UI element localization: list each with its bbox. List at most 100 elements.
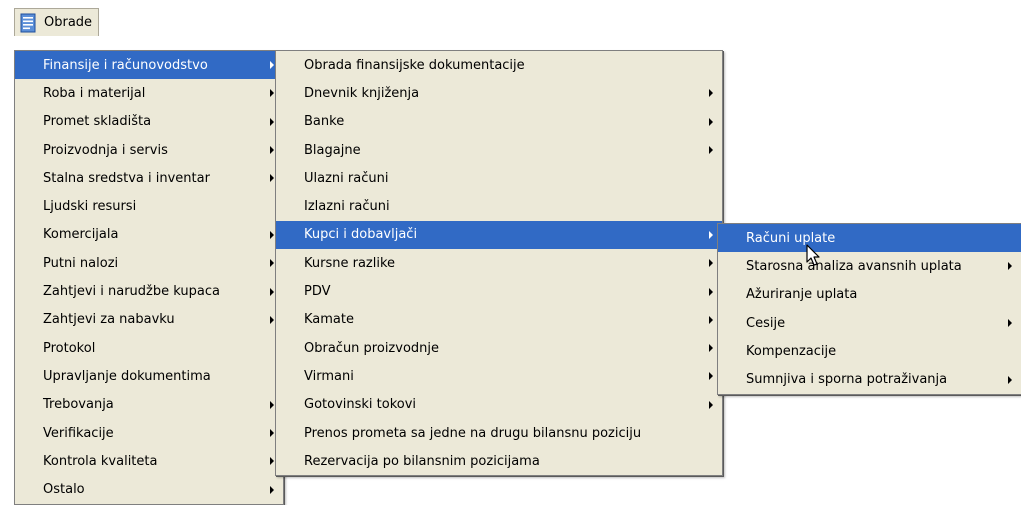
submenu-arrow-icon xyxy=(270,429,274,437)
menu-item-prenos-prometa-sa-jedne-na-drugu-bilansnu-poziciju[interactable]: Prenos prometa sa jedne na drugu bilansn… xyxy=(276,419,722,447)
menu-item-virmani[interactable]: Virmani xyxy=(276,362,722,390)
menu-item-label: Prenos prometa sa jedne na drugu bilansn… xyxy=(304,425,642,441)
menu-item-kupci-i-dobavljaci[interactable]: Kupci i dobavljači xyxy=(276,220,722,250)
menu-item-izlazni-racuni[interactable]: Izlazni računi xyxy=(276,192,722,220)
menu-item-racuni-uplate[interactable]: Računi uplate xyxy=(718,224,1021,253)
submenu-arrow-icon xyxy=(709,372,713,381)
menu-item-label: Upravljanje dokumentima xyxy=(43,368,211,384)
menu-item-starosna-analiza-avansnih-uplata[interactable]: Starosna analiza avansnih uplata xyxy=(718,252,1021,280)
menu-item-kompenzacije[interactable]: Kompenzacije xyxy=(718,337,1021,365)
submenu-arrow-icon xyxy=(1008,262,1012,271)
menu-item-obracun-proizvodnje[interactable]: Obračun proizvodnje xyxy=(276,334,722,362)
submenu-arrow-icon xyxy=(709,400,713,409)
menu-item-label: Zahtjevi i narudžbe kupaca xyxy=(43,284,220,300)
menu-item-label: Blagajne xyxy=(304,142,361,158)
menubar-title: Obrade xyxy=(44,15,93,30)
menu-item-label: Obrada finansijske dokumentacije xyxy=(304,57,525,73)
menu-item-label: Kontrola kvaliteta xyxy=(43,453,158,469)
menu-item-ljudski-resursi[interactable]: Ljudski resursi xyxy=(15,192,283,220)
menu-item-putni-nalozi[interactable]: Putni nalozi xyxy=(15,249,283,277)
submenu-arrow-icon xyxy=(709,315,713,324)
submenu-arrow-icon xyxy=(270,89,274,98)
menu-item-label: Protokol xyxy=(43,340,96,356)
menu-item-label: Kupci i dobavljači xyxy=(304,227,418,243)
menu-item-label: Virmani xyxy=(304,368,354,384)
menu-item-azuriranje-uplata[interactable]: Ažuriranje uplata xyxy=(718,281,1021,309)
submenu-arrow-icon xyxy=(270,61,274,70)
menubar-obrade[interactable]: Obrade xyxy=(14,8,100,36)
menu-item-gotovinski-tokovi[interactable]: Gotovinski tokovi xyxy=(276,391,722,419)
menu-item-label: Kamate xyxy=(304,312,354,328)
submenu-arrow-icon xyxy=(270,287,274,296)
menu-item-label: Računi uplate xyxy=(746,230,836,246)
submenu-arrow-icon xyxy=(1008,319,1012,328)
menu-item-ostalo[interactable]: Ostalo xyxy=(15,475,283,503)
submenu-arrow-icon xyxy=(270,259,274,268)
submenu-arrow-icon xyxy=(270,400,274,409)
menu-item-label: Roba i materijal xyxy=(43,85,146,101)
menu-item-upravljanje-dokumentima[interactable]: Upravljanje dokumentima xyxy=(15,362,283,390)
menu-item-rezervacija-po-bilansnim-pozicijama[interactable]: Rezervacija po bilansnim pozicijama xyxy=(276,447,722,475)
menu-level-1: Finansije i računovodstvo Roba i materija… xyxy=(14,50,284,505)
menu-item-finansije-i-racunovodstvo[interactable]: Finansije i računovodstvo xyxy=(15,51,283,80)
menu-item-label: Putni nalozi xyxy=(43,255,119,271)
menu-item-sumnjiva-i-sporna-potrazivanja[interactable]: Sumnjiva i sporna potraživanja xyxy=(718,365,1021,393)
menu-item-pdv[interactable]: PDV xyxy=(276,277,722,305)
menu-item-cesije[interactable]: Cesije xyxy=(718,309,1021,337)
menu-item-label: Ostalo xyxy=(43,482,85,498)
submenu-arrow-icon xyxy=(709,344,713,353)
submenu-arrow-icon xyxy=(709,230,713,239)
menu-item-proizvodnja-i-servis[interactable]: Proizvodnja i servis xyxy=(15,136,283,164)
menu-item-label: Zahtjevi za nabavku xyxy=(43,312,175,328)
menu-item-ulazni-racuni[interactable]: Ulazni računi xyxy=(276,164,722,192)
menu-item-label: Komercijala xyxy=(43,227,119,243)
submenu-arrow-icon xyxy=(270,315,274,324)
menu-item-trebovanja[interactable]: Trebovanja xyxy=(15,391,283,419)
menu-level-3: Računi uplate Starosna analiza avansnih u… xyxy=(717,223,1021,395)
menu-item-promet-skladista[interactable]: Promet skladišta xyxy=(15,108,283,136)
menu-item-zahtjevi-za-nabavku[interactable]: Zahtjevi za nabavku xyxy=(15,306,283,334)
submenu-arrow-icon xyxy=(270,174,274,183)
submenu-arrow-icon xyxy=(709,117,713,126)
menu-item-kamate[interactable]: Kamate xyxy=(276,306,722,334)
menu-item-label: Dnevnik knjiženja xyxy=(304,85,420,101)
menu-item-label: Trebovanja xyxy=(43,397,114,413)
menu-item-label: Starosna analiza avansnih uplata xyxy=(746,258,962,274)
submenu-arrow-icon xyxy=(709,259,713,268)
submenu-arrow-icon xyxy=(709,146,713,155)
menu-item-stalna-sredstva-i-inventar[interactable]: Stalna sredstva i inventar xyxy=(15,164,283,192)
menu-item-label: PDV xyxy=(304,284,331,300)
document-list-icon xyxy=(19,13,37,33)
menu-item-label: Banke xyxy=(304,114,345,130)
menu-item-roba-i-materijal[interactable]: Roba i materijal xyxy=(15,79,283,107)
menu-item-label: Ažuriranje uplata xyxy=(746,287,858,303)
menu-item-label: Ulazni računi xyxy=(304,170,389,186)
submenu-arrow-icon xyxy=(270,230,274,239)
menu-item-banke[interactable]: Banke xyxy=(276,108,722,136)
menu-item-label: Cesije xyxy=(746,315,786,331)
menu-item-blagajne[interactable]: Blagajne xyxy=(276,136,722,164)
menu-item-komercijala[interactable]: Komercijala xyxy=(15,221,283,249)
submenu-arrow-icon xyxy=(709,287,713,296)
menu-item-label: Finansije i računovodstvo xyxy=(43,57,208,73)
menu-item-kursne-razlike[interactable]: Kursne razlike xyxy=(276,249,722,277)
menu-item-label: Verifikacije xyxy=(43,425,114,441)
menu-item-dnevnik-knjizenja[interactable]: Dnevnik knjiženja xyxy=(276,79,722,107)
menu-item-label: Rezervacija po bilansnim pozicijama xyxy=(304,453,540,469)
submenu-arrow-icon xyxy=(1008,375,1012,384)
submenu-arrow-icon xyxy=(270,457,274,466)
menu-item-kontrola-kvaliteta[interactable]: Kontrola kvaliteta xyxy=(15,447,283,475)
menu-item-verifikacije[interactable]: Verifikacije xyxy=(15,419,283,447)
menu-item-label: Kursne razlike xyxy=(304,255,396,271)
menu-item-zahtjevi-i-narudzbe-kupaca[interactable]: Zahtjevi i narudžbe kupaca xyxy=(15,277,283,305)
menu-item-label: Ljudski resursi xyxy=(43,199,137,215)
menu-item-label: Gotovinski tokovi xyxy=(304,397,417,413)
menu-item-label: Izlazni računi xyxy=(304,199,390,215)
submenu-arrow-icon xyxy=(270,117,274,126)
menu-item-label: Stalna sredstva i inventar xyxy=(43,170,210,186)
menu-item-obrada-finansijske-dokumentacije[interactable]: Obrada finansijske dokumentacije xyxy=(276,51,722,79)
submenu-arrow-icon xyxy=(270,485,274,494)
menu-item-protokol[interactable]: Protokol xyxy=(15,334,283,362)
menu-item-label: Kompenzacije xyxy=(746,343,837,359)
menu-item-label: Promet skladišta xyxy=(43,114,152,130)
